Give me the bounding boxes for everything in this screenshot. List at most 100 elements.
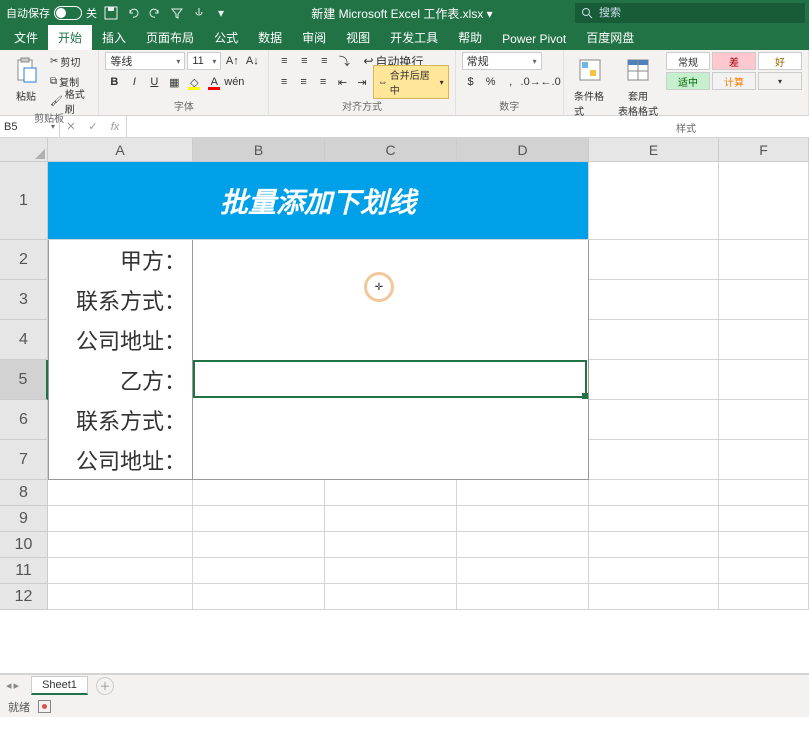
- italic-button[interactable]: I: [125, 73, 143, 91]
- qat-more-icon[interactable]: ▾: [213, 5, 229, 21]
- cell[interactable]: [589, 440, 719, 480]
- row-header-1[interactable]: 1: [0, 162, 48, 240]
- cell[interactable]: [719, 440, 809, 480]
- style-calc[interactable]: 计算: [712, 72, 756, 90]
- title-cell[interactable]: 批量添加下划线: [48, 162, 589, 240]
- cell[interactable]: [589, 400, 719, 440]
- data-cell-1[interactable]: [193, 240, 589, 280]
- filter-icon[interactable]: [169, 5, 185, 21]
- row-header-4[interactable]: 4: [0, 320, 48, 360]
- save-icon[interactable]: [103, 5, 119, 21]
- indent-decrease-icon[interactable]: ⇤: [334, 73, 351, 91]
- enter-fx-icon[interactable]: ✓: [82, 120, 104, 133]
- align-left-icon[interactable]: ≡: [275, 73, 292, 91]
- row-header-3[interactable]: 3: [0, 280, 48, 320]
- cell[interactable]: [719, 360, 809, 400]
- data-cell-6[interactable]: [193, 440, 589, 480]
- sheet-tab-1[interactable]: Sheet1: [31, 676, 88, 695]
- cell[interactable]: [589, 558, 719, 584]
- record-macro-icon[interactable]: [38, 700, 51, 713]
- currency-icon[interactable]: $: [462, 73, 480, 91]
- cell[interactable]: [719, 280, 809, 320]
- tab-home[interactable]: 开始: [48, 25, 92, 50]
- tab-layout[interactable]: 页面布局: [136, 25, 204, 50]
- tab-baidu[interactable]: 百度网盘: [576, 25, 644, 50]
- row-header-10[interactable]: 10: [0, 532, 48, 558]
- cancel-fx-icon[interactable]: ✕: [60, 120, 82, 133]
- align-center-icon[interactable]: ≡: [295, 73, 312, 91]
- row-header-9[interactable]: 9: [0, 506, 48, 532]
- cell[interactable]: [457, 506, 589, 532]
- row-header-8[interactable]: 8: [0, 480, 48, 506]
- cell[interactable]: [589, 584, 719, 610]
- format-painter-button[interactable]: 🖌格式刷: [50, 92, 92, 110]
- paste-button[interactable]: 粘贴: [6, 52, 46, 105]
- cell[interactable]: [325, 506, 457, 532]
- row-header-11[interactable]: 11: [0, 558, 48, 584]
- cell[interactable]: [719, 240, 809, 280]
- data-cell-2[interactable]: [193, 280, 589, 320]
- tab-data[interactable]: 数据: [248, 25, 292, 50]
- cell[interactable]: [589, 240, 719, 280]
- number-format-dropdown[interactable]: 常规▾: [462, 52, 542, 70]
- align-middle-icon[interactable]: ≡: [295, 52, 313, 70]
- phonetic-button[interactable]: wén: [225, 73, 243, 91]
- style-bad[interactable]: 差: [712, 52, 756, 70]
- search-box[interactable]: [575, 3, 805, 23]
- tab-help[interactable]: 帮助: [448, 25, 492, 50]
- tab-file[interactable]: 文件: [4, 25, 48, 50]
- col-header-C[interactable]: C: [325, 138, 457, 162]
- cell[interactable]: [719, 584, 809, 610]
- cell[interactable]: [457, 584, 589, 610]
- label-cell-3[interactable]: 公司地址：: [48, 320, 193, 360]
- merge-center-button[interactable]: ⇔合并后居中▾: [373, 65, 449, 99]
- search-input[interactable]: [599, 7, 799, 19]
- tab-powerpivot[interactable]: Power Pivot: [492, 28, 576, 50]
- align-right-icon[interactable]: ≡: [314, 73, 331, 91]
- col-header-A[interactable]: A: [48, 138, 193, 162]
- cell[interactable]: [457, 480, 589, 506]
- cell[interactable]: [589, 506, 719, 532]
- cell[interactable]: [719, 506, 809, 532]
- cell[interactable]: [589, 320, 719, 360]
- percent-icon[interactable]: %: [482, 73, 500, 91]
- cell[interactable]: [589, 280, 719, 320]
- cell[interactable]: [589, 360, 719, 400]
- redo-icon[interactable]: [147, 5, 163, 21]
- cell[interactable]: [193, 584, 325, 610]
- cell[interactable]: [193, 480, 325, 506]
- style-more[interactable]: ▾: [758, 72, 802, 90]
- fx-icon[interactable]: fx: [104, 121, 126, 133]
- increase-font-icon[interactable]: A↑: [223, 52, 241, 70]
- tab-formulas[interactable]: 公式: [204, 25, 248, 50]
- cell[interactable]: [193, 506, 325, 532]
- font-size-dropdown[interactable]: 11▾: [187, 52, 221, 70]
- orientation-icon[interactable]: ⤵: [335, 52, 353, 70]
- cell[interactable]: [719, 400, 809, 440]
- cell[interactable]: [719, 558, 809, 584]
- touch-icon[interactable]: [191, 5, 207, 21]
- col-header-E[interactable]: E: [589, 138, 719, 162]
- style-normal[interactable]: 常规: [666, 52, 710, 70]
- align-bottom-icon[interactable]: ≡: [315, 52, 333, 70]
- tab-review[interactable]: 审阅: [292, 25, 336, 50]
- style-moderate[interactable]: 适中: [666, 72, 710, 90]
- label-cell-1[interactable]: 甲方：: [48, 240, 193, 280]
- cell[interactable]: [719, 162, 809, 240]
- cell[interactable]: [48, 532, 193, 558]
- cell[interactable]: [457, 558, 589, 584]
- cell[interactable]: [719, 480, 809, 506]
- sheet-nav-prev-icon[interactable]: ◂: [6, 679, 12, 692]
- cell[interactable]: [589, 532, 719, 558]
- select-all-corner[interactable]: [0, 138, 48, 162]
- fill-color-button[interactable]: ◇: [185, 73, 203, 91]
- cell[interactable]: [193, 558, 325, 584]
- cut-button[interactable]: ✂剪切: [50, 52, 92, 70]
- row-header-2[interactable]: 2: [0, 240, 48, 280]
- conditional-format-button[interactable]: 条件格式: [570, 52, 610, 120]
- sheet-nav-next-icon[interactable]: ▸: [14, 679, 20, 692]
- cell[interactable]: [325, 558, 457, 584]
- style-good2[interactable]: 好: [758, 52, 802, 70]
- decrease-decimal-icon[interactable]: ←.0: [542, 73, 560, 91]
- cell[interactable]: [48, 480, 193, 506]
